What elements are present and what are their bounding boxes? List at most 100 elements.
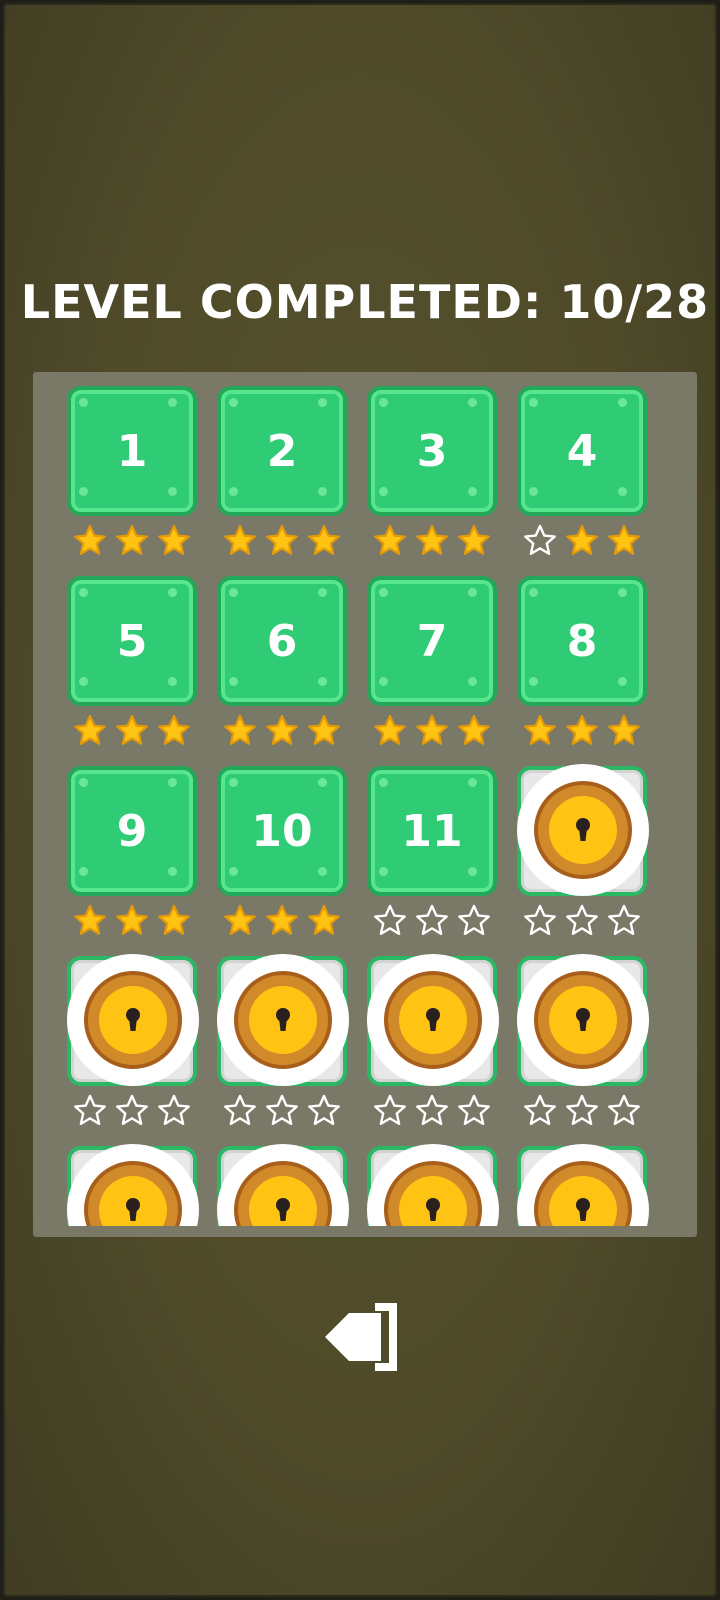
level-number: 4 — [566, 425, 598, 477]
level-button[interactable]: 7 — [367, 576, 497, 766]
lock-icon — [217, 954, 349, 1086]
star-rating — [517, 713, 647, 753]
star-filled-icon — [116, 714, 148, 745]
star-empty-icon — [608, 1094, 640, 1125]
star-filled-icon — [566, 524, 598, 555]
level-button[interactable]: 9 — [67, 766, 197, 956]
star-empty-icon — [524, 904, 556, 935]
lock-icon — [517, 954, 649, 1086]
star-filled-icon — [158, 524, 190, 555]
level-locked[interactable] — [517, 1144, 649, 1226]
exit-icon — [325, 1303, 397, 1371]
star-empty-icon — [74, 1094, 106, 1125]
star-empty-icon — [524, 1094, 556, 1125]
level-locked[interactable] — [67, 1144, 199, 1226]
star-empty-icon — [458, 904, 490, 935]
level-locked[interactable] — [67, 954, 199, 1146]
star-filled-icon — [158, 904, 190, 935]
level-button[interactable]: 3 — [367, 386, 497, 576]
star-empty-icon — [458, 1094, 490, 1125]
level-number: 7 — [416, 615, 448, 667]
star-filled-icon — [266, 524, 298, 555]
star-rating — [217, 713, 347, 753]
star-empty-icon — [524, 524, 556, 555]
star-rating — [67, 903, 197, 943]
star-filled-icon — [374, 524, 406, 555]
star-filled-icon — [224, 524, 256, 555]
level-button[interactable]: 5 — [67, 576, 197, 766]
star-filled-icon — [608, 524, 640, 555]
star-filled-icon — [74, 524, 106, 555]
level-grid[interactable]: 1 2 3 4 5 6 7 8 9 10 11 — [33, 372, 697, 1226]
level-tile: 8 — [517, 576, 647, 706]
level-locked[interactable] — [217, 1144, 349, 1226]
star-rating — [217, 903, 347, 943]
level-button[interactable]: 2 — [217, 386, 347, 576]
exit-button[interactable] — [323, 1297, 411, 1377]
level-tile: 7 — [367, 576, 497, 706]
star-filled-icon — [224, 714, 256, 745]
star-filled-icon — [374, 714, 406, 745]
star-filled-icon — [308, 714, 340, 745]
level-locked[interactable] — [217, 954, 349, 1146]
star-filled-icon — [416, 714, 448, 745]
level-button[interactable]: 6 — [217, 576, 347, 766]
level-tile: 2 — [217, 386, 347, 516]
star-rating — [367, 903, 497, 943]
star-empty-icon — [566, 904, 598, 935]
star-filled-icon — [116, 904, 148, 935]
level-tile: 9 — [67, 766, 197, 896]
level-number: 10 — [251, 805, 313, 857]
level-locked[interactable] — [517, 764, 649, 956]
level-number: 5 — [116, 615, 148, 667]
star-rating — [517, 903, 647, 943]
star-filled-icon — [524, 714, 556, 745]
star-filled-icon — [224, 904, 256, 935]
star-rating — [367, 713, 497, 753]
star-empty-icon — [224, 1094, 256, 1125]
lock-icon — [517, 764, 649, 896]
level-tile: 6 — [217, 576, 347, 706]
star-empty-icon — [374, 1094, 406, 1125]
star-empty-icon — [116, 1094, 148, 1125]
level-tile: 5 — [67, 576, 197, 706]
level-button[interactable]: 1 — [67, 386, 197, 576]
star-rating — [367, 523, 497, 563]
level-button[interactable]: 8 — [517, 576, 647, 766]
star-filled-icon — [566, 714, 598, 745]
star-rating — [217, 523, 347, 563]
star-empty-icon — [308, 1094, 340, 1125]
level-number: 3 — [416, 425, 448, 477]
star-empty-icon — [416, 904, 448, 935]
star-filled-icon — [608, 714, 640, 745]
star-filled-icon — [308, 904, 340, 935]
star-filled-icon — [266, 714, 298, 745]
level-number: 8 — [566, 615, 598, 667]
level-button[interactable]: 4 — [517, 386, 647, 576]
level-locked[interactable] — [517, 954, 649, 1146]
level-number: 6 — [266, 615, 298, 667]
star-filled-icon — [458, 524, 490, 555]
level-button[interactable]: 11 — [367, 766, 497, 956]
star-empty-icon — [266, 1094, 298, 1125]
level-locked[interactable] — [367, 1144, 499, 1226]
level-number: 2 — [266, 425, 298, 477]
star-rating — [217, 1093, 347, 1133]
star-filled-icon — [266, 904, 298, 935]
star-empty-icon — [566, 1094, 598, 1125]
level-tile: 4 — [517, 386, 647, 516]
level-number: 11 — [401, 805, 463, 857]
level-tile: 1 — [67, 386, 197, 516]
star-empty-icon — [608, 904, 640, 935]
star-filled-icon — [458, 714, 490, 745]
lock-icon — [367, 954, 499, 1086]
level-locked[interactable] — [367, 954, 499, 1146]
star-filled-icon — [308, 524, 340, 555]
star-empty-icon — [374, 904, 406, 935]
level-button[interactable]: 10 — [217, 766, 347, 956]
level-tile: 10 — [217, 766, 347, 896]
star-empty-icon — [416, 1094, 448, 1125]
level-tile: 11 — [367, 766, 497, 896]
star-rating — [517, 1093, 647, 1133]
star-rating — [367, 1093, 497, 1133]
